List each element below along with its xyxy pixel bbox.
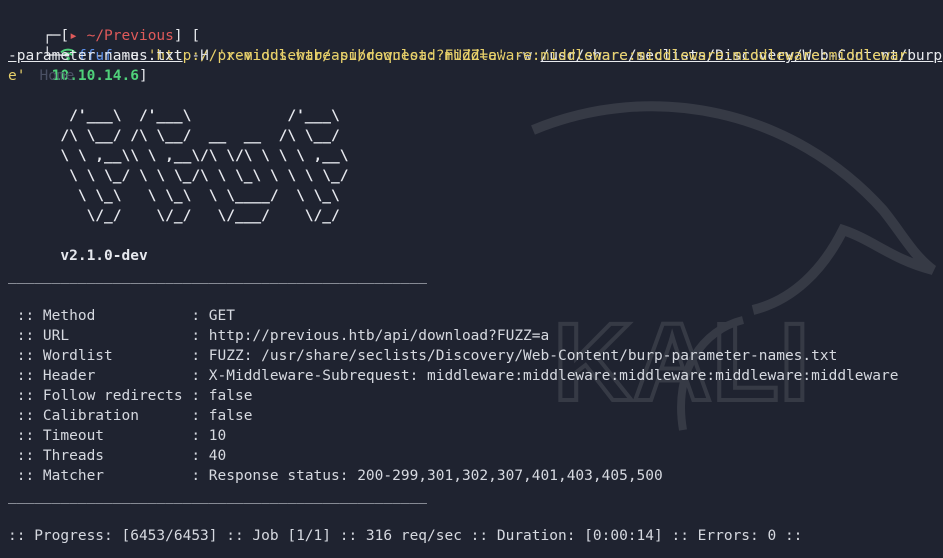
config-key: :: Matcher bbox=[8, 468, 192, 484]
kali-dragon-watermark: KALI bbox=[531, 101, 937, 431]
config-row-header: :: Header : X-Middleware-Subrequest: mid… bbox=[8, 366, 899, 386]
command-line: └─╼ ffuf -u 'http://previous.htb/api/dow… bbox=[8, 26, 942, 64]
config-key: :: Follow redirects bbox=[8, 388, 192, 404]
config-row-matcher: :: Matcher : Response status: 200-299,30… bbox=[8, 466, 663, 486]
config-value: : Response status: 200-299,301,302,307,4… bbox=[191, 468, 663, 484]
banner-ascii-line: \ \ ,__\\ \ ,__\/\ \/\ \ \ \ ,__\ bbox=[8, 148, 349, 164]
config-value: : false bbox=[191, 388, 253, 404]
prompt-bracket-end: ] bbox=[138, 68, 148, 84]
progress-status-line: :: Progress: [6453/6453] :: Job [1/1] ::… bbox=[8, 528, 803, 544]
config-row-method: :: Method : GET bbox=[8, 306, 235, 326]
command-flag-H: -H bbox=[182, 48, 218, 64]
config-key: :: Timeout bbox=[8, 428, 192, 444]
terminal-window[interactable]: KALI ┌─[▸ ~/Previous] [ 10.10.14.6] └─╼ … bbox=[0, 0, 943, 558]
config-value: : FUZZ: /usr/share/seclists/Discovery/We… bbox=[191, 348, 838, 364]
banner-ascii-line: \/_/ \/_/ \/___/ \/_/ bbox=[8, 208, 340, 224]
command-line-wrap-1: -parameter-names.txt -H 'x-middleware-su… bbox=[8, 46, 907, 66]
banner-ascii-line: /\ \__/ /\ \__/ __ __ /\ \__/ bbox=[8, 128, 340, 144]
config-value: : false bbox=[191, 408, 253, 424]
banner-ascii-line: \ \_\ \ \_\ \ \____/ \ \_\ bbox=[8, 188, 340, 204]
config-row-wordlist: :: Wordlist : FUZZ: /usr/share/seclists/… bbox=[8, 346, 838, 366]
config-key: :: Calibration bbox=[8, 408, 192, 424]
config-row-url: :: URL : http://previous.htb/api/downloa… bbox=[8, 326, 550, 346]
config-value: : GET bbox=[191, 308, 235, 324]
version-label: v2.1.0-dev bbox=[8, 248, 148, 264]
ghost-autosuggest-text: Home bbox=[39, 68, 75, 84]
config-row-calibration: :: Calibration : false bbox=[8, 406, 253, 426]
config-key: :: Wordlist bbox=[8, 348, 192, 364]
config-key: :: Header bbox=[8, 368, 192, 384]
config-row-threads: :: Threads : 40 bbox=[8, 446, 227, 466]
separator-line: ________________________________________… bbox=[8, 488, 428, 504]
command-header-arg-cont: e' bbox=[8, 68, 26, 84]
config-key: :: URL bbox=[8, 328, 192, 344]
prompt-line: ┌─[▸ ~/Previous] [ 10.10.14.6] bbox=[8, 6, 200, 84]
command-wordlist-path-cont: -parameter-names.txt bbox=[8, 48, 183, 64]
config-value: : 40 bbox=[191, 448, 227, 464]
config-value: : X-Middleware-Subrequest: middleware:mi… bbox=[191, 368, 899, 384]
banner-ascii-line: \ \ \_/ \ \ \_/\ \ \_\ \ \ \ \_/ bbox=[8, 168, 349, 184]
config-value: : 10 bbox=[191, 428, 227, 444]
command-header-arg: 'x-middleware-subrequest: middleware:mid… bbox=[217, 48, 908, 64]
config-row-timeout: :: Timeout : 10 bbox=[8, 426, 227, 446]
config-row-follow-redirects: :: Follow redirects : false bbox=[8, 386, 253, 406]
config-key: :: Method bbox=[8, 308, 192, 324]
banner-ascii-line: /'___\ /'___\ /'___\ bbox=[8, 108, 340, 124]
command-line-wrap-2: e' Home bbox=[8, 66, 74, 86]
separator-line: ________________________________________… bbox=[8, 268, 428, 284]
config-key: :: Threads bbox=[8, 448, 192, 464]
config-value: : http://previous.htb/api/download?FUZZ=… bbox=[191, 328, 550, 344]
